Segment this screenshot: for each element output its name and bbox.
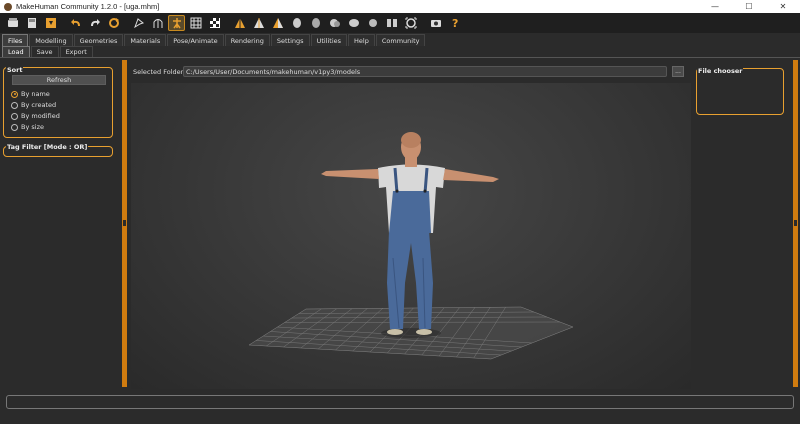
sort-title: Sort <box>6 66 24 74</box>
radio-icon <box>11 112 18 120</box>
back-view-icon[interactable] <box>250 15 267 31</box>
human-model-render <box>248 132 574 360</box>
sort-option-label: By modified <box>21 112 60 120</box>
tab-files[interactable]: Files <box>2 34 29 46</box>
tab-rendering[interactable]: Rendering <box>224 34 270 46</box>
symmetry-icon[interactable] <box>383 15 400 31</box>
top-view-icon[interactable] <box>326 15 343 31</box>
tag-filter-title: Tag Filter [Mode : OR] <box>6 143 89 151</box>
tab-community[interactable]: Community <box>375 34 426 46</box>
title-bar: MakeHuman Community 1.2.0 - [uga.mhm] — … <box>0 0 800 13</box>
sort-by-name-option[interactable]: By name <box>11 90 50 98</box>
main-toolbar: ? <box>0 13 800 33</box>
refresh-button[interactable]: Refresh <box>12 75 106 85</box>
main-tab-bar: Files Modelling Geometries Materials Pose/An… <box>0 33 800 46</box>
window-title: MakeHuman Community 1.2.0 - [uga.mhm] <box>16 2 160 11</box>
sort-option-label: By name <box>21 90 50 98</box>
reset-icon[interactable] <box>105 15 122 31</box>
front-view-icon[interactable] <box>231 15 248 31</box>
screenshot-icon[interactable] <box>427 15 444 31</box>
bottom-view-icon[interactable] <box>345 15 362 31</box>
file-chooser-group: File chooser <box>696 67 784 115</box>
tab-geometries[interactable]: Geometries <box>73 34 124 46</box>
checker-icon[interactable] <box>206 15 223 31</box>
3d-viewport[interactable] <box>131 83 691 389</box>
new-file-icon[interactable] <box>4 15 21 31</box>
status-bar <box>6 395 794 409</box>
help-icon[interactable]: ? <box>446 15 463 31</box>
app-logo-icon <box>4 2 12 11</box>
sort-option-label: By created <box>21 101 57 109</box>
close-button[interactable]: ✕ <box>766 0 800 13</box>
tab-pose-animate[interactable]: Pose/Animate <box>167 34 224 46</box>
file-chooser-title: File chooser <box>697 67 744 75</box>
undo-icon[interactable] <box>67 15 84 31</box>
grid-icon[interactable] <box>187 15 204 31</box>
folder-path-field[interactable]: C:/Users/User/Documents/makehuman/v1py3/… <box>183 66 667 77</box>
radio-icon <box>11 123 18 131</box>
pose-icon[interactable] <box>168 15 185 31</box>
sort-group: Sort Refresh By name By created By modif… <box>3 66 113 138</box>
subtab-save[interactable]: Save <box>30 46 59 57</box>
left-splitter-handle[interactable] <box>122 60 127 387</box>
tab-settings[interactable]: Settings <box>270 34 310 46</box>
export-icon[interactable] <box>42 15 59 31</box>
wireframe-icon[interactable] <box>149 15 166 31</box>
right-splitter-handle[interactable] <box>793 60 798 387</box>
save-file-icon[interactable] <box>23 15 40 31</box>
sort-by-size-option[interactable]: By size <box>11 123 44 131</box>
sub-tab-bar: Load Save Export <box>0 46 800 58</box>
tab-materials[interactable]: Materials <box>124 34 167 46</box>
tab-modelling[interactable]: Modelling <box>29 34 73 46</box>
side-view-icon[interactable] <box>269 15 286 31</box>
radio-icon <box>11 101 18 109</box>
sort-by-modified-option[interactable]: By modified <box>11 112 60 120</box>
right-view-icon[interactable] <box>307 15 324 31</box>
tab-help[interactable]: Help <box>348 34 375 46</box>
subtab-load[interactable]: Load <box>2 46 30 57</box>
subtab-export[interactable]: Export <box>59 46 93 57</box>
frame-icon[interactable] <box>402 15 419 31</box>
selected-folder-label: Selected Folder: <box>133 68 186 76</box>
tab-utilities[interactable]: Utilities <box>310 34 348 46</box>
minimize-button[interactable]: — <box>698 0 732 13</box>
sort-option-label: By size <box>21 123 44 131</box>
reset-camera-icon[interactable] <box>364 15 381 31</box>
browse-folder-button[interactable]: ... <box>672 66 684 77</box>
smooth-icon[interactable] <box>130 15 147 31</box>
radio-icon <box>11 90 18 98</box>
maximize-button[interactable]: ☐ <box>732 0 766 13</box>
redo-icon[interactable] <box>86 15 103 31</box>
svg-text:?: ? <box>452 17 458 29</box>
sort-by-created-option[interactable]: By created <box>11 101 56 109</box>
left-view-icon[interactable] <box>288 15 305 31</box>
tag-filter-group: Tag Filter [Mode : OR] <box>3 143 113 157</box>
